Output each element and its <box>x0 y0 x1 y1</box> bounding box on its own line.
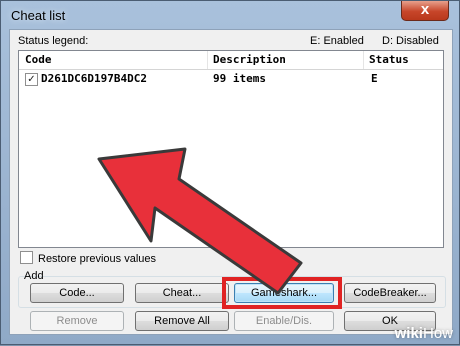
watermark-how: How <box>422 325 453 342</box>
watermark-wiki: wiki <box>394 325 423 342</box>
wikihow-watermark: wikiHow <box>395 325 453 342</box>
cheat-list-dialog: Cheat list x Status legend: E: Enabled D… <box>0 0 460 345</box>
pointer-arrow-icon <box>97 147 303 295</box>
